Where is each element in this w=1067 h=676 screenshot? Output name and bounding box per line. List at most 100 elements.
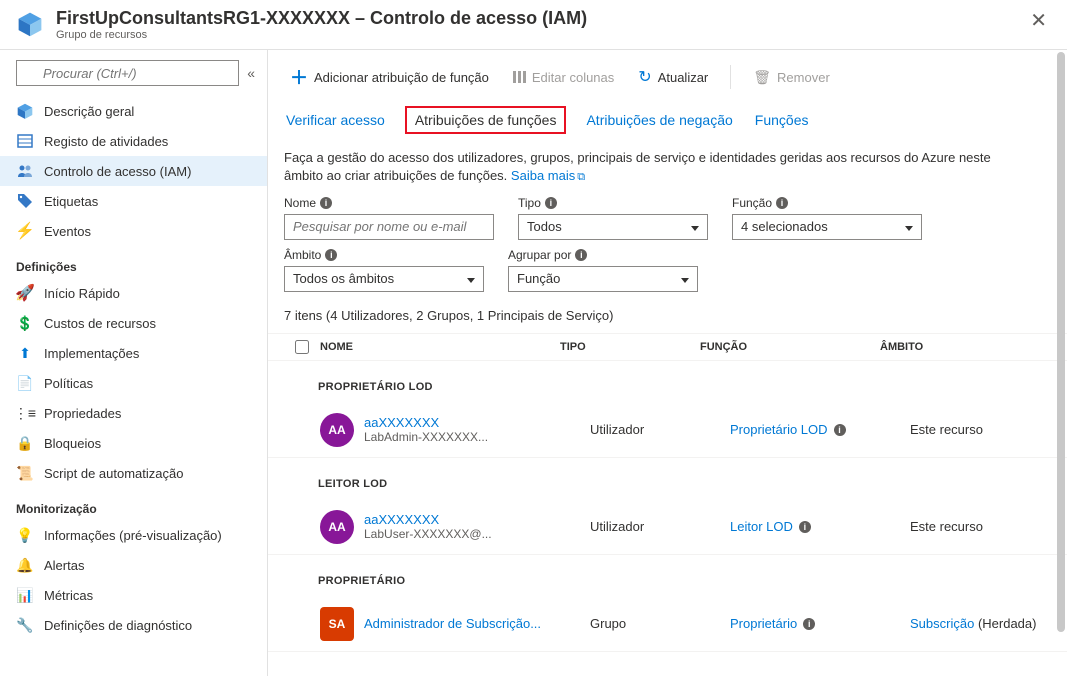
sidebar-item-label: Bloqueios	[44, 436, 101, 451]
main-content: ＋ Adicionar atribuição de função Editar …	[268, 50, 1067, 676]
scrollbar[interactable]	[1057, 52, 1065, 676]
policy-icon: 📄	[16, 374, 34, 392]
metrics-icon: 📊	[16, 586, 34, 604]
add-label: Adicionar atribuição de função	[314, 70, 489, 85]
sidebar-item-tags[interactable]: Etiquetas	[0, 186, 267, 216]
sidebar-item-events[interactable]: ⚡Eventos	[0, 216, 267, 246]
sidebar-item-label: Definições de diagnóstico	[44, 618, 192, 633]
tab-check-access[interactable]: Verificar acesso	[284, 106, 387, 134]
sidebar-item-alerts[interactable]: 🔔 Alertas	[0, 550, 267, 580]
principal-link[interactable]: Administrador de Subscrição...	[364, 616, 590, 631]
sidebar-section-header: Definições	[0, 246, 267, 278]
collapse-sidebar-button[interactable]: «	[245, 63, 257, 83]
principal-link[interactable]: aaXXXXXXX	[364, 415, 590, 430]
principal-link[interactable]: aaXXXXXXX	[364, 512, 590, 527]
remove-button[interactable]: 🗑 Remover	[745, 65, 838, 90]
principal-sub: LabUser-XXXXXXX@...	[364, 527, 590, 541]
table-row[interactable]: AAaaXXXXXXXLabUser-XXXXXXX@...Utilizador…	[268, 500, 1067, 555]
sidebar-item-label: Métricas	[44, 588, 93, 603]
info-icon[interactable]: i	[320, 197, 332, 209]
sidebar-item-policy[interactable]: 📄 Políticas	[0, 368, 267, 398]
tab-role-assignments[interactable]: Atribuições de funções	[405, 106, 567, 134]
sidebar-item-quickstart[interactable]: 🚀Início Rápido	[0, 278, 267, 308]
sidebar-item-cost[interactable]: 💲 Custos de recursos	[0, 308, 267, 338]
tab-deny-assignments[interactable]: Atribuições de negação	[584, 106, 734, 134]
col-scope[interactable]: ÂMBITO	[880, 341, 1051, 353]
remove-label: Remover	[777, 70, 830, 85]
quickstart-icon: 🚀	[16, 284, 34, 302]
description-text: Faça a gestão do acesso dos utilizadores…	[268, 135, 1048, 196]
filter-type-select[interactable]: Todos	[518, 214, 708, 240]
group-header: PROPRIETÁRIO	[268, 555, 1067, 597]
props-icon: ⋮≡	[16, 404, 34, 422]
edit-columns-button[interactable]: Editar colunas	[505, 66, 622, 89]
sidebar-item-label: Propriedades	[44, 406, 121, 421]
role-cell[interactable]: Leitor LOD i	[730, 519, 910, 534]
sidebar-item-label: Descrição geral	[44, 104, 134, 119]
sidebar-item-metrics[interactable]: 📊 Métricas	[0, 580, 267, 610]
info-icon[interactable]: i	[799, 521, 811, 533]
info-icon[interactable]: i	[803, 618, 815, 630]
scrollbar-thumb[interactable]	[1057, 52, 1065, 632]
principal-sub: LabAdmin-XXXXXXX...	[364, 430, 590, 444]
table-header: NOME TIPO FUNÇÃO ÂMBITO	[268, 333, 1067, 361]
sidebar-item-label: Controlo de acesso (IAM)	[44, 164, 191, 179]
overview-icon	[16, 102, 34, 120]
cost-icon: 💲	[16, 314, 34, 332]
filter-scope-select[interactable]: Todos os âmbitos	[284, 266, 484, 292]
sidebar-item-label: Eventos	[44, 224, 91, 239]
info-icon[interactable]: i	[834, 424, 846, 436]
info-icon[interactable]: i	[545, 197, 557, 209]
sidebar-item-diag[interactable]: 🔧 Definições de diagnóstico	[0, 610, 267, 640]
desc-body: Faça a gestão do acesso dos utilizadores…	[284, 150, 991, 183]
locks-icon: 🔒	[16, 434, 34, 452]
cube-icon	[16, 10, 44, 38]
trash-icon: 🗑	[753, 69, 771, 86]
page-subtitle: Grupo de recursos	[56, 29, 1026, 41]
table-row[interactable]: AAaaXXXXXXXLabAdmin-XXXXXXX...Utilizador…	[268, 403, 1067, 458]
tab-roles[interactable]: Funções	[753, 106, 811, 134]
sidebar-item-activity[interactable]: Registo de atividades	[0, 126, 267, 156]
refresh-button[interactable]: ↻ Atualizar	[630, 63, 716, 91]
columns-icon	[513, 71, 526, 83]
add-role-assignment-button[interactable]: ＋ Adicionar atribuição de função	[282, 60, 497, 94]
select-all-checkbox[interactable]	[295, 340, 309, 354]
sidebar-item-insights[interactable]: 💡Informações (pré-visualização)	[0, 520, 267, 550]
sidebar-item-props[interactable]: ⋮≡ Propriedades	[0, 398, 267, 428]
sidebar-item-locks[interactable]: 🔒 Bloqueios	[0, 428, 267, 458]
sidebar-item-label: Custos de recursos	[44, 316, 156, 331]
table-row[interactable]: SAAdministrador de Subscrição...GrupoPro…	[268, 597, 1067, 652]
col-type[interactable]: TIPO	[560, 341, 700, 353]
sidebar-item-label: Políticas	[44, 376, 93, 391]
type-cell: Grupo	[590, 616, 730, 631]
sidebar-item-overview[interactable]: Descrição geral	[0, 96, 267, 126]
filter-group-label: Agrupar por	[508, 248, 571, 262]
scope-cell: Este recurso	[910, 422, 1051, 437]
scope-cell: Este recurso	[910, 519, 1051, 534]
col-name[interactable]: NOME	[320, 341, 560, 353]
filter-scope-label: Âmbito	[284, 248, 321, 262]
learn-more-link[interactable]: Saiba mais	[511, 168, 575, 183]
search-input[interactable]	[16, 60, 239, 86]
sidebar-item-label: Alertas	[44, 558, 84, 573]
alerts-icon: 🔔	[16, 556, 34, 574]
page-title: FirstUpConsultantsRG1-XXXXXXX – Controlo…	[56, 8, 1026, 29]
info-icon[interactable]: i	[575, 249, 587, 261]
role-cell[interactable]: Proprietário LOD i	[730, 422, 910, 437]
close-button[interactable]: ✕	[1026, 8, 1051, 33]
sidebar-item-label: Script de automatização	[44, 466, 183, 481]
deploy-icon: ⬆	[16, 344, 34, 362]
sidebar-item-deploy[interactable]: ⬆ Implementações	[0, 338, 267, 368]
sidebar-item-iam[interactable]: Controlo de acesso (IAM)	[0, 156, 267, 186]
sidebar-item-label: Implementações	[44, 346, 139, 361]
sidebar-item-script[interactable]: 📜Script de automatização	[0, 458, 267, 488]
col-role[interactable]: FUNÇÃO	[700, 341, 880, 353]
filter-role-select[interactable]: 4 selecionados	[732, 214, 922, 240]
refresh-label: Atualizar	[658, 70, 709, 85]
info-icon[interactable]: i	[776, 197, 788, 209]
filter-group-select[interactable]: Função	[508, 266, 698, 292]
filter-name-input[interactable]	[284, 214, 494, 240]
info-icon[interactable]: i	[325, 249, 337, 261]
role-cell[interactable]: Proprietário i	[730, 616, 910, 631]
diag-icon: 🔧	[16, 616, 34, 634]
